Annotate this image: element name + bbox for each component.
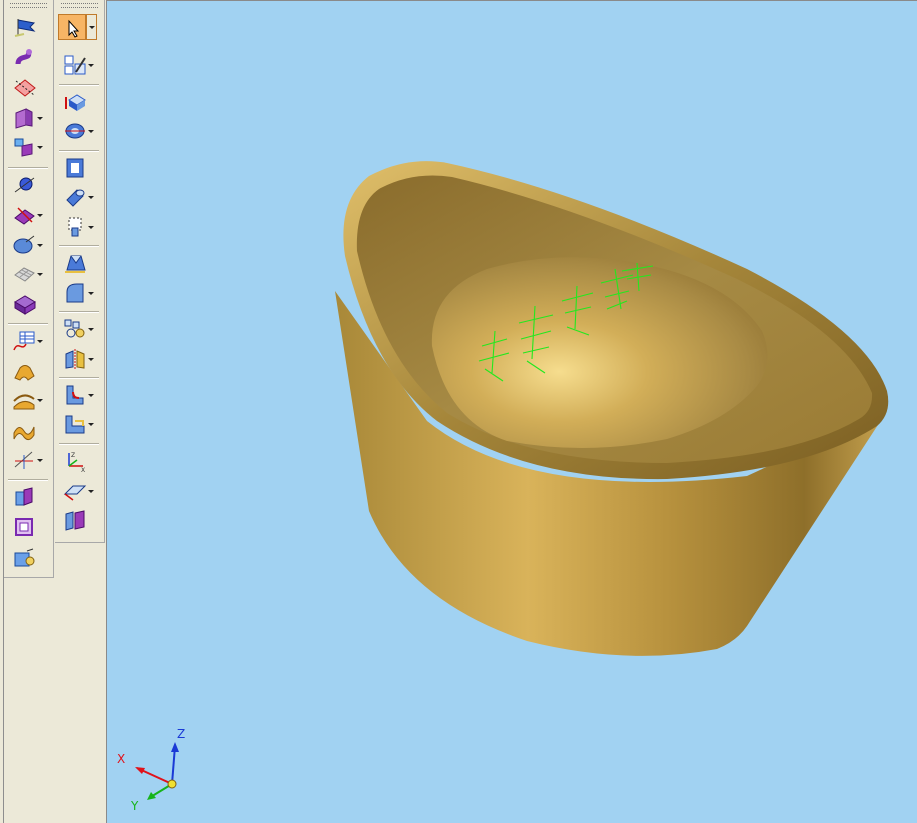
toolbar-column-right: ZX xyxy=(55,0,105,543)
trim-surface-icon[interactable] xyxy=(8,202,43,228)
cylinder-icon[interactable] xyxy=(59,184,94,210)
sketch-flag-icon[interactable] xyxy=(8,14,42,40)
solid-block-icon[interactable] xyxy=(8,291,42,317)
dropdown-caret[interactable] xyxy=(88,130,94,133)
revolve-icon[interactable] xyxy=(59,118,94,144)
toolbar-separator xyxy=(8,167,48,169)
shell-icon[interactable] xyxy=(59,155,93,181)
dropdown-caret[interactable] xyxy=(37,117,43,120)
toolbar-separator xyxy=(59,84,99,86)
toolbar-separator xyxy=(8,323,48,325)
hole-icon[interactable] xyxy=(59,214,94,240)
extrude-surface-icon[interactable] xyxy=(8,105,43,131)
attach-face-icon[interactable] xyxy=(8,545,42,571)
ellipsoid-icon[interactable] xyxy=(8,232,43,258)
line-construct-icon[interactable] xyxy=(8,447,43,473)
mesh-surface-icon[interactable] xyxy=(8,261,43,287)
sweep-surface-icon[interactable] xyxy=(8,134,43,160)
toolbar-separator xyxy=(8,479,48,481)
box-solid-icon[interactable] xyxy=(59,89,93,115)
dropdown-caret[interactable] xyxy=(37,340,43,343)
fillet-corner-icon[interactable] xyxy=(59,382,94,408)
section-icon[interactable] xyxy=(59,507,93,533)
dropdown-caret[interactable] xyxy=(88,328,94,331)
toolbar-separator xyxy=(59,245,99,247)
chamfer-icon[interactable] xyxy=(59,411,94,437)
toolbar-separator xyxy=(59,377,99,379)
pattern-icon[interactable] xyxy=(59,316,94,342)
layout-sketch-icon[interactable] xyxy=(59,52,94,78)
toolbar-panel: ZX xyxy=(0,0,107,823)
dropdown-caret[interactable] xyxy=(88,490,94,493)
z-axis-label: Z xyxy=(177,727,185,741)
plane-surface-icon[interactable] xyxy=(8,75,42,101)
select-dropdown[interactable] xyxy=(86,14,97,40)
datum-plane-icon[interactable] xyxy=(59,478,94,504)
draft-face-icon[interactable] xyxy=(59,280,94,306)
dropdown-caret[interactable] xyxy=(88,196,94,199)
toolbar-separator xyxy=(59,150,99,152)
split-face-icon[interactable] xyxy=(8,484,42,510)
offset-surface-icon[interactable] xyxy=(8,387,43,413)
y-axis-label: Y xyxy=(130,799,139,813)
dropdown-caret[interactable] xyxy=(37,244,43,247)
table-curve-icon[interactable] xyxy=(8,328,43,354)
dropdown-caret[interactable] xyxy=(88,394,94,397)
toolbar-separator xyxy=(59,311,99,313)
gold-ingot-model[interactable] xyxy=(107,1,917,823)
axis-triad: X Z Y xyxy=(107,716,217,823)
wave-surface-icon[interactable] xyxy=(8,417,42,443)
dropdown-caret[interactable] xyxy=(88,292,94,295)
curve-tool-icon[interactable] xyxy=(8,44,42,70)
select-arrow-icon[interactable] xyxy=(58,14,86,40)
svg-text:Z: Z xyxy=(71,452,75,459)
dropdown-caret[interactable] xyxy=(37,146,43,149)
toolbar-grip[interactable] xyxy=(61,3,98,8)
x-axis-label: X xyxy=(117,752,125,766)
loft-icon[interactable] xyxy=(59,250,93,276)
dropdown-caret[interactable] xyxy=(88,423,94,426)
mirror-icon[interactable] xyxy=(59,346,94,372)
dropdown-caret[interactable] xyxy=(37,399,43,402)
dropdown-caret[interactable] xyxy=(88,358,94,361)
point-sphere-icon[interactable] xyxy=(8,172,42,198)
dropdown-caret[interactable] xyxy=(37,273,43,276)
dropdown-caret[interactable] xyxy=(37,459,43,462)
3d-viewport[interactable]: X Z Y xyxy=(107,0,917,823)
toolbar-column-left xyxy=(4,0,54,578)
svg-text:X: X xyxy=(81,467,85,472)
dropdown-caret[interactable] xyxy=(88,226,94,229)
coordinate-system-icon[interactable]: ZX xyxy=(59,448,93,474)
dropdown-caret[interactable] xyxy=(88,64,94,67)
dropdown-caret[interactable] xyxy=(37,214,43,217)
frame-face-icon[interactable] xyxy=(8,514,42,540)
toolbar-separator xyxy=(59,443,99,445)
blend-surface-icon[interactable] xyxy=(8,358,42,384)
toolbar-grip[interactable] xyxy=(10,3,47,8)
